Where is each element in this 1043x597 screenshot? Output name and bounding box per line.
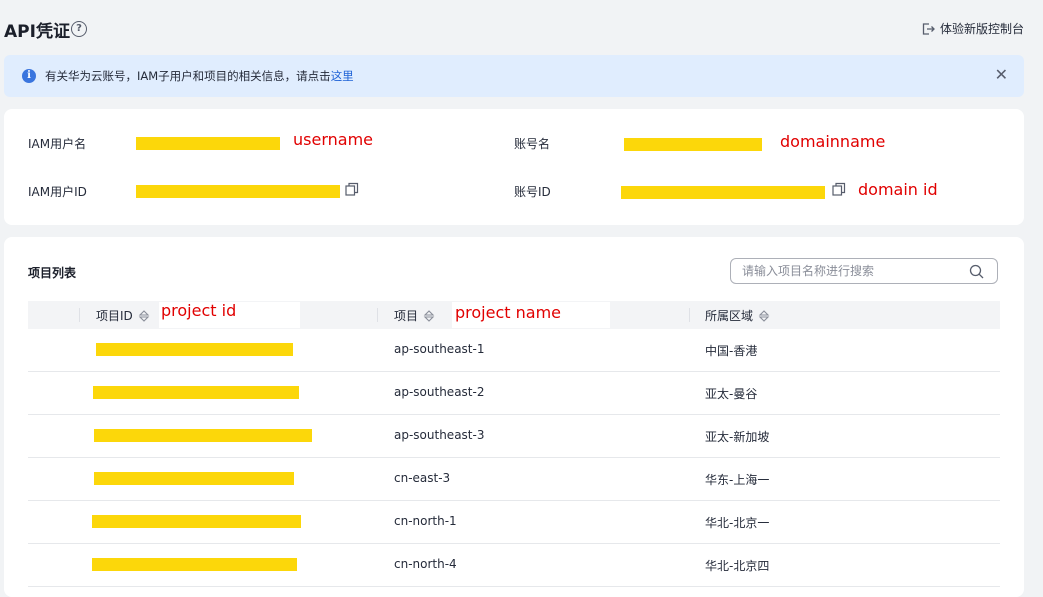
- column-project-id[interactable]: 项目ID: [96, 307, 150, 324]
- account-name-redaction: [624, 138, 762, 151]
- alert-message: 有关华为云账号，IAM子用户和项目的相关信息，请点击: [45, 69, 331, 83]
- projects-title: 项目列表: [28, 266, 77, 280]
- new-console-link[interactable]: 体验新版控制台: [921, 20, 1024, 37]
- column-divider: [689, 308, 690, 322]
- project-name-cell: ap-southeast-2: [394, 385, 485, 399]
- project-id-redaction: [93, 386, 299, 399]
- new-console-label: 体验新版控制台: [939, 22, 1024, 36]
- table-row: cn-north-4 华北-北京四: [28, 544, 1000, 587]
- table-row: ap-southeast-2 亚太-曼谷: [28, 372, 1000, 415]
- column-region-label: 所属区域: [705, 309, 754, 323]
- region-cell: 华北-北京一: [705, 516, 770, 530]
- project-name-cell: cn-north-1: [394, 514, 457, 528]
- account-id-label: 账号ID: [514, 185, 551, 199]
- help-circle-icon[interactable]: ?: [71, 21, 87, 37]
- column-divider: [79, 308, 80, 322]
- info-alert: i 有关华为云账号，IAM子用户和项目的相关信息，请点击这里 ✕: [4, 55, 1024, 97]
- column-divider: [377, 308, 378, 322]
- table-row: cn-north-1 华北-北京一: [28, 501, 1000, 544]
- column-project-id-label: 项目ID: [96, 309, 133, 323]
- region-cell: 华北-北京四: [705, 559, 770, 573]
- table-header: 项目ID project id 项目 project name 所属区域: [28, 301, 1000, 329]
- search-input[interactable]: [742, 263, 962, 279]
- alert-text: 有关华为云账号，IAM子用户和项目的相关信息，请点击这里: [45, 68, 354, 84]
- project-name-cell: ap-southeast-3: [394, 428, 485, 442]
- column-region[interactable]: 所属区域: [705, 307, 770, 324]
- project-name-cell: ap-southeast-1: [394, 342, 485, 356]
- iam-user-id-label: IAM用户ID: [28, 185, 87, 199]
- region-cell: 中国-香港: [705, 344, 758, 358]
- project-id-redaction: [96, 343, 293, 356]
- sort-icon[interactable]: [138, 309, 150, 322]
- column-project[interactable]: 项目: [394, 307, 435, 324]
- account-id-redaction: [621, 186, 825, 199]
- iam-user-name-redaction: [136, 137, 280, 150]
- project-id-redaction: [94, 472, 294, 485]
- region-cell: 亚太-曼谷: [705, 387, 758, 401]
- info-icon: i: [22, 69, 36, 83]
- table-row: ap-southeast-1 中国-香港: [28, 329, 1000, 372]
- credentials-card: IAM用户名 username 账号名 domainname IAM用户ID 账…: [4, 109, 1024, 225]
- sort-icon[interactable]: [423, 309, 435, 322]
- page-title: API凭证: [4, 22, 70, 42]
- alert-link[interactable]: 这里: [331, 69, 354, 83]
- search-icon[interactable]: [969, 264, 984, 279]
- exit-icon: [922, 22, 935, 35]
- account-name-label: 账号名: [514, 137, 551, 151]
- project-id-redaction: [92, 515, 301, 528]
- project-name-annotation: project name: [455, 303, 561, 322]
- sort-icon[interactable]: [758, 309, 770, 322]
- project-id-redaction: [94, 429, 312, 442]
- table-row: cn-east-3 华东-上海一: [28, 458, 1000, 501]
- username-annotation: username: [293, 130, 373, 149]
- iam-user-id-redaction: [136, 185, 340, 198]
- project-name-cell: cn-north-4: [394, 557, 457, 571]
- close-icon[interactable]: ✕: [995, 67, 1008, 83]
- region-cell: 亚太-新加坡: [705, 430, 770, 444]
- copy-icon[interactable]: [832, 182, 846, 196]
- table-row: ap-southeast-3 亚太-新加坡: [28, 415, 1000, 458]
- copy-icon[interactable]: [345, 182, 359, 196]
- project-id-annotation: project id: [161, 301, 237, 320]
- iam-user-name-label: IAM用户名: [28, 137, 87, 151]
- page-header: API凭证 ? 体验新版控制台: [0, 0, 1043, 56]
- project-search[interactable]: [730, 258, 998, 284]
- column-project-label: 项目: [394, 309, 419, 323]
- project-name-cell: cn-east-3: [394, 471, 451, 485]
- project-id-redaction: [92, 558, 297, 571]
- domainname-annotation: domainname: [780, 132, 886, 151]
- region-cell: 华东-上海一: [705, 473, 770, 487]
- domain-id-annotation: domain id: [858, 180, 938, 199]
- projects-card: 项目列表 项目ID project id 项目 project name: [4, 237, 1024, 597]
